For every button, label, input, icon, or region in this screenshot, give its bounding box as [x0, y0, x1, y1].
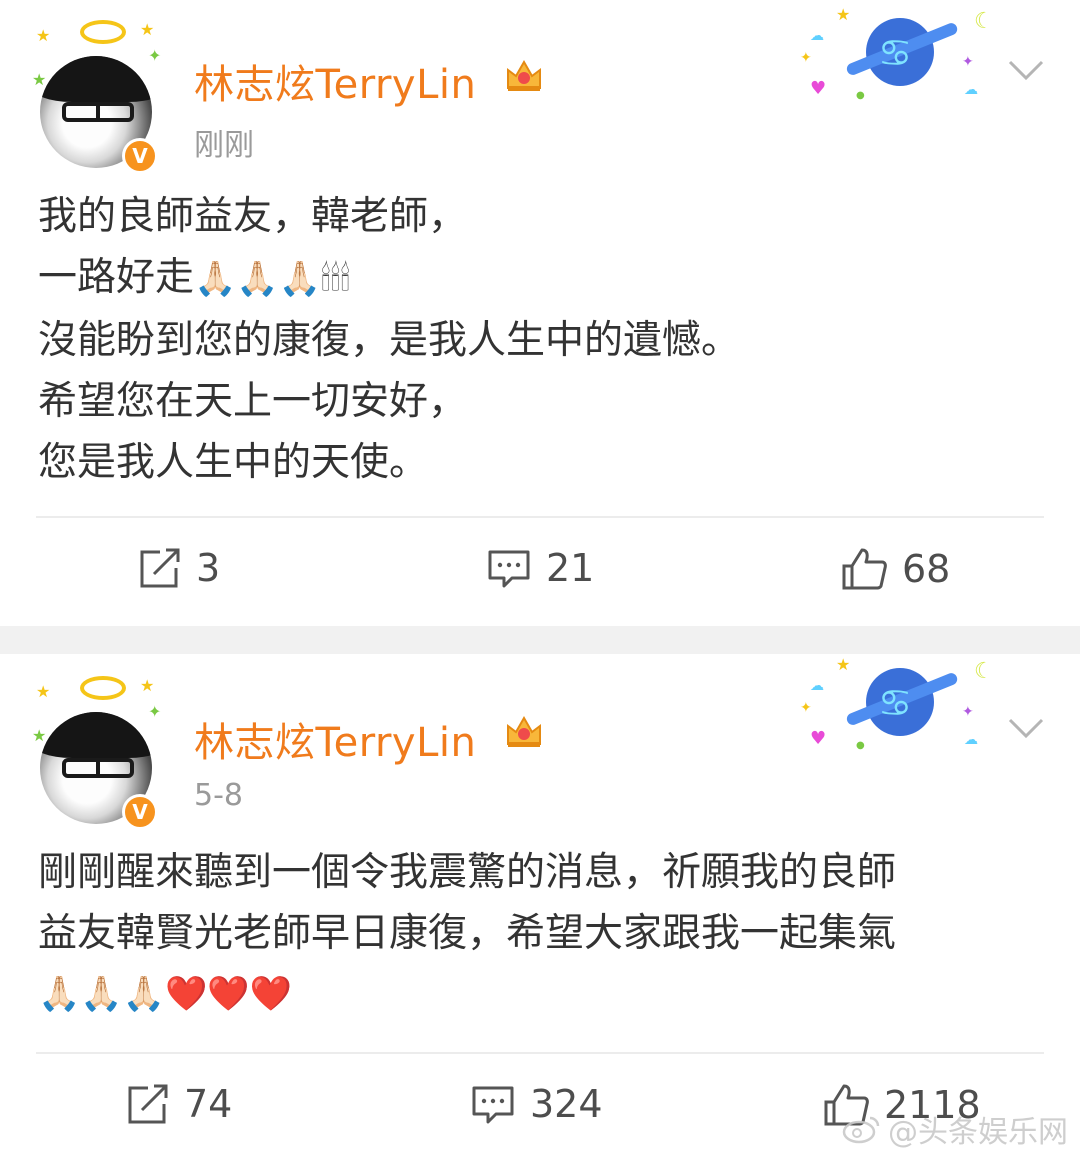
svg-text:☁: ☁: [810, 28, 824, 44]
comment-icon: [472, 1086, 514, 1124]
svg-text:☁: ☁: [964, 82, 978, 98]
svg-text:☁: ☁: [964, 732, 978, 748]
text-line: 您是我人生中的天使。: [38, 440, 429, 485]
svg-text:●: ●: [856, 740, 865, 751]
halo-decoration: [80, 676, 126, 700]
chevron-down-icon[interactable]: [1006, 56, 1046, 84]
star-icon: ★: [140, 20, 155, 39]
repost-icon: [140, 548, 180, 588]
svg-text:★: ★: [836, 656, 850, 674]
avatar[interactable]: ★ ★ ✦ ★ V: [30, 674, 170, 830]
username[interactable]: 林志炫TerryLin: [194, 52, 476, 110]
post-body: 我的良師益友，韓老師， 一路好走🙏🏻🙏🏻🙏🏻🕯🕯🕯 沒能盼到您的康復，是我人生中…: [38, 186, 1044, 493]
username[interactable]: 林志炫TerryLin: [194, 710, 476, 768]
chevron-down-icon[interactable]: [1006, 714, 1046, 742]
crown-icon: [507, 59, 541, 91]
text-line: 我的良師益友，韓老師，: [38, 194, 468, 239]
text-line: 希望您在天上一切安好，: [38, 379, 468, 424]
comment-count: 21: [546, 546, 595, 590]
svg-text:♥: ♥: [810, 728, 826, 749]
repost-icon: [128, 1084, 168, 1124]
star-icon: ★: [36, 682, 51, 701]
weibo-logo-icon: [842, 1116, 880, 1144]
svg-text:✦: ✦: [800, 50, 812, 66]
post-time: 5-8: [194, 778, 243, 813]
like-count: 68: [902, 547, 951, 591]
star-icon: ★: [36, 26, 51, 45]
repost-count: 74: [184, 1082, 233, 1126]
svg-text:✦: ✦: [800, 700, 812, 716]
watermark: @头条娱乐网: [842, 1107, 1068, 1151]
emoji-group: 🙏🏻🙏🏻🙏🏻❤️❤️❤️: [38, 974, 293, 1014]
repost-button[interactable]: 3: [136, 546, 220, 590]
post-body: 剛剛醒來聽到一個令我震驚的消息，祈願我的良師 益友韓賢光老師早日康復，希望大家跟…: [38, 842, 1044, 1025]
svg-text:●: ●: [856, 90, 865, 101]
cancer-zodiac-sticker: ♋ ★ ☁ ✦ ♥ ☾ ✦ ☁ ●: [800, 6, 994, 101]
text-line: 沒能盼到您的康復，是我人生中的遺憾。: [38, 318, 741, 363]
text-line: 一路好走🙏🏻🙏🏻🙏🏻🕯🕯🕯: [38, 255, 350, 300]
svg-text:✦: ✦: [962, 704, 974, 720]
comment-count: 324: [530, 1082, 603, 1126]
divider: [36, 1052, 1044, 1054]
post-time: 刚刚: [194, 128, 254, 163]
comment-icon: [488, 550, 530, 588]
star-icon: ★: [140, 676, 155, 695]
svg-text:✦: ✦: [962, 54, 974, 70]
svg-text:♥: ♥: [810, 78, 826, 99]
verified-v-badge: V: [122, 794, 158, 830]
text-line: 剛剛醒來聽到一個令我震驚的消息，祈願我的良師: [38, 850, 897, 895]
action-bar: 3 21 68: [0, 538, 1080, 608]
svg-text:☁: ☁: [810, 678, 824, 694]
svg-text:★: ★: [836, 6, 850, 24]
emoji-group: 🙏🏻🙏🏻🙏🏻🕯🕯🕯: [194, 259, 350, 299]
svg-text:☾: ☾: [974, 9, 994, 34]
thumbs-up-icon: [842, 548, 887, 590]
repost-count: 3: [196, 546, 221, 590]
weibo-post-1: ★ ★ ✦ ★ V 林志炫TerryLin 刚刚 ♋ ★ ☁ ✦ ♥ ☾ ✦ ☁…: [0, 0, 1080, 626]
comment-button[interactable]: 324: [470, 1082, 603, 1126]
weibo-post-2: ★ ★ ✦ ★ V 林志炫TerryLin 5-8 ♋ ★ ☁ ✦ ♥ ☾ ✦ …: [0, 654, 1080, 1161]
post-separator: [0, 626, 1080, 654]
svg-text:♋: ♋: [878, 681, 912, 725]
repost-button[interactable]: 74: [124, 1082, 232, 1126]
divider: [36, 516, 1044, 518]
text-line: 益友韓賢光老師早日康復，希望大家跟我一起集氣: [38, 911, 897, 956]
halo-decoration: [80, 20, 126, 44]
like-button[interactable]: 68: [840, 546, 950, 592]
crown-icon: [507, 715, 541, 747]
avatar[interactable]: ★ ★ ✦ ★ V: [30, 18, 170, 174]
svg-text:♋: ♋: [878, 31, 912, 75]
verified-v-badge: V: [122, 138, 158, 174]
comment-button[interactable]: 21: [486, 546, 594, 590]
svg-text:☾: ☾: [974, 659, 994, 684]
cancer-zodiac-sticker: ♋ ★ ☁ ✦ ♥ ☾ ✦ ☁ ●: [800, 656, 994, 751]
watermark-text: @头条娱乐网: [888, 1115, 1068, 1150]
